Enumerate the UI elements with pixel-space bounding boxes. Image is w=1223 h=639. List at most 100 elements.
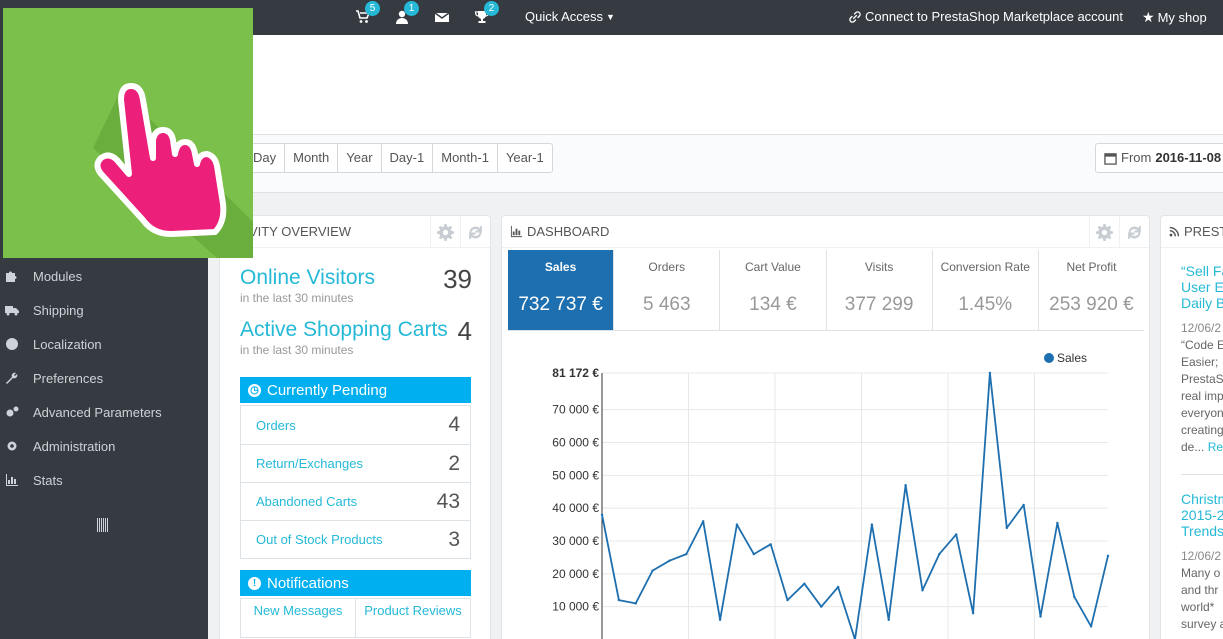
news-item-date: 12/06/2 <box>1181 549 1222 563</box>
quick-access-menu[interactable]: Quick Access ▼ <box>525 9 615 24</box>
read-more-link[interactable]: Re <box>1208 440 1223 454</box>
customers-badge: 1 <box>404 1 419 16</box>
y-tick-label: 40 000 € <box>552 501 599 515</box>
pending-out-of-stock-link[interactable]: Out of Stock Products <box>256 532 382 547</box>
my-shop-label: My shop <box>1157 10 1207 25</box>
active-carts-label[interactable]: Active Shopping Carts <box>240 318 470 342</box>
news-body-line: everyon <box>1181 406 1223 420</box>
my-shop-link[interactable]: ★ My shop <box>1142 9 1207 26</box>
sidebar-item-preferences[interactable]: Preferences <box>0 361 208 395</box>
y-tick-label: 70 000 € <box>552 403 599 417</box>
news-body-line: “Code E <box>1181 338 1223 352</box>
sidebar-item-advanced-parameters[interactable]: Advanced Parameters <box>0 395 208 429</box>
news-item-title-link[interactable]: “Sell Fa User Ex Daily Ba <box>1181 263 1223 311</box>
news-item-body: “Code E Easier; PrestaS real imp everyon… <box>1181 337 1223 456</box>
truck-icon <box>0 303 33 317</box>
sidebar-item-label: Advanced Parameters <box>33 404 162 420</box>
sales-data-point <box>836 585 840 589</box>
refresh-button[interactable] <box>460 216 490 248</box>
news-item-body: Many o and thr world* survey a <box>1181 565 1223 633</box>
star-icon: ★ <box>1142 9 1155 25</box>
news-item: “Sell Fa User Ex Daily Ba 12/06/2 “Code … <box>1181 263 1223 456</box>
sales-data-point <box>938 552 941 556</box>
sales-data-point <box>600 513 604 516</box>
configure-button[interactable] <box>430 216 460 248</box>
sales-data-point <box>769 543 772 546</box>
currently-pending-title: Currently Pending <box>267 381 388 399</box>
sales-data-point <box>634 602 637 605</box>
cart-icon[interactable]: 5 <box>355 1 380 27</box>
sidebar-item-shipping[interactable]: Shipping <box>0 293 208 327</box>
news-body-line: and thr <box>1181 583 1219 597</box>
sales-data-point <box>870 523 874 526</box>
envelope-icon[interactable] <box>434 9 452 27</box>
sales-data-point <box>887 618 890 622</box>
wrench-icon <box>0 371 33 385</box>
sales-data-point <box>988 371 992 375</box>
sales-data-point <box>668 559 671 562</box>
news-body-line: PrestaS <box>1181 372 1223 386</box>
news-body-line: survey a <box>1181 617 1223 631</box>
calendar-icon <box>1104 152 1117 165</box>
active-carts-stat: Active Shopping Carts in the last 30 min… <box>240 318 470 357</box>
sales-data-point <box>1005 526 1008 530</box>
sales-data-point <box>786 598 789 602</box>
y-tick-label: 60 000 € <box>552 436 599 450</box>
hand-pointer-logo <box>3 8 253 258</box>
sidebar-item-label: Preferences <box>33 370 104 386</box>
news-body-line: world* <box>1181 600 1215 614</box>
sidebar-collapse-handle[interactable] <box>97 518 109 532</box>
sidebar-item-stats[interactable]: Stats <box>0 463 208 497</box>
notifications-title: Notifications <box>267 574 349 592</box>
news-title-line: Daily Ba <box>1181 295 1223 311</box>
active-carts-value: 4 <box>457 316 472 346</box>
sidebar-item-administration[interactable]: Administration <box>0 429 208 463</box>
news-body-line: de... <box>1181 440 1205 454</box>
sales-data-point <box>1073 595 1076 599</box>
trophy-icon[interactable]: 2 <box>474 1 499 27</box>
y-tick-label: 10 000 € <box>552 600 599 614</box>
refresh-icon <box>469 225 482 239</box>
online-visitors-label[interactable]: Online Visitors <box>240 266 470 290</box>
bar-chart-icon <box>0 473 33 487</box>
user-icon[interactable]: 1 <box>394 1 419 27</box>
sidebar-item-localization[interactable]: Localization <box>0 327 208 361</box>
period-month-minus-1-button[interactable]: Month-1 <box>432 144 497 172</box>
sales-data-point <box>752 552 755 556</box>
pending-returns-value: 2 <box>448 451 460 475</box>
sales-data-point <box>1022 503 1025 507</box>
news-title-line: “Sell Fa <box>1181 263 1223 279</box>
tab-product-reviews[interactable]: Product Reviews <box>355 599 470 637</box>
sales-line-chart: 81 172 € 70 000 € 60 000 € 50 000 € 40 000 €… <box>552 366 1110 639</box>
news-title-line: Trends a <box>1181 523 1223 539</box>
marketplace-connect-link[interactable]: Connect to PrestaShop Marketplace accoun… <box>848 9 1123 24</box>
sales-data-point <box>904 483 907 487</box>
pending-abandoned-carts-value: 43 <box>436 489 460 513</box>
sidebar-item-label: Administration <box>33 438 116 454</box>
pending-out-of-stock-value: 3 <box>448 527 460 551</box>
news-item-title-link[interactable]: Christm 2015-20 Trends a <box>1181 491 1223 539</box>
pending-orders-link[interactable]: Orders <box>256 418 296 433</box>
period-month-button[interactable]: Month <box>284 144 337 172</box>
y-tick-label: 20 000 € <box>552 567 599 581</box>
cogs-icon <box>0 405 33 419</box>
sales-data-point <box>955 533 958 536</box>
pending-row-abandoned-carts: Abandoned Carts 43 <box>241 482 470 520</box>
pending-abandoned-carts-link[interactable]: Abandoned Carts <box>256 494 357 509</box>
notification-tabs: New Messages Product Reviews <box>240 598 471 638</box>
hand-pointer-icon <box>93 83 253 258</box>
sidebar-item-modules[interactable]: Modules <box>0 259 208 293</box>
period-year-button[interactable]: Year <box>337 144 380 172</box>
tab-new-messages[interactable]: New Messages <box>241 599 355 637</box>
pending-returns-link[interactable]: Return/Exchanges <box>256 456 363 471</box>
currently-pending-header: ◷ Currently Pending <box>240 377 471 403</box>
sidebar-item-label: Modules <box>33 268 83 284</box>
sales-data-point <box>803 582 806 585</box>
date-range-picker[interactable]: From 2016-11-08 T <box>1095 143 1223 173</box>
date-from-value: 2016-11-08 <box>1155 150 1222 165</box>
period-day-minus-1-button[interactable]: Day-1 <box>380 144 433 172</box>
pending-orders-value: 4 <box>448 413 460 436</box>
puzzle-icon <box>0 269 33 283</box>
sales-data-point <box>617 598 621 602</box>
period-year-minus-1-button[interactable]: Year-1 <box>496 144 552 172</box>
